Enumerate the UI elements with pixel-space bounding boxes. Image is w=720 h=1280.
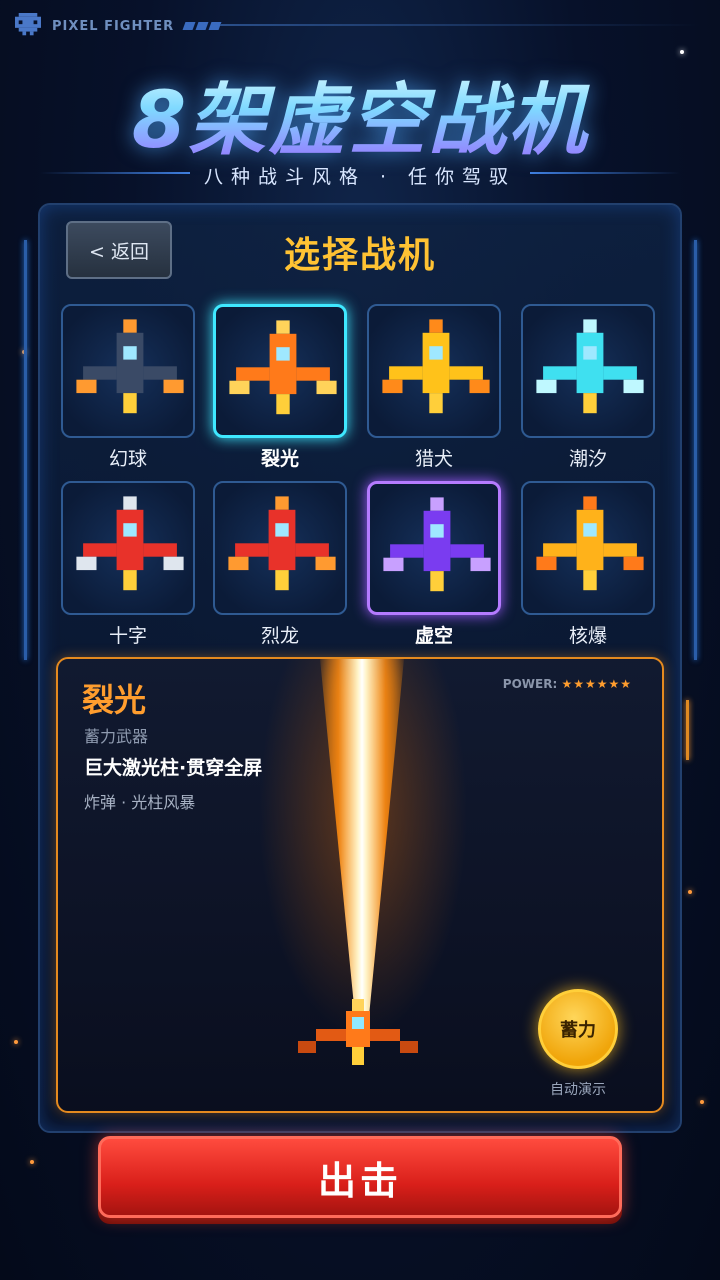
pixel-ship-icon: [76, 496, 184, 591]
pixel-ship-icon: [228, 496, 336, 591]
ship-name-label: 烈龙: [260, 625, 299, 647]
ship-option[interactable]: 十字: [61, 481, 195, 648]
pixel-ship-icon: [536, 319, 644, 414]
charge-button[interactable]: 蓄力: [538, 989, 618, 1069]
ship-option[interactable]: 核爆: [521, 481, 655, 648]
power-stars: ★★★★★★: [561, 677, 632, 691]
ship-sprite-frame: [367, 304, 501, 438]
power-label: POWER:: [502, 677, 558, 691]
pixel-ship-icon: [536, 496, 644, 591]
main-title: 8架虚空战机: [0, 58, 720, 170]
ship-detail-panel: 裂光 蓄力武器 巨大激光柱·贯穿全屏 炸弹 · 光柱风暴 POWER: ★★★★…: [56, 657, 664, 1113]
detail-skill: 炸弹 · 光柱风暴: [84, 793, 196, 812]
power-rating: POWER: ★★★★★★: [503, 677, 632, 691]
brand-bars-decoration: [182, 22, 222, 30]
ship-option[interactable]: 幻球: [61, 304, 195, 471]
pixel-skull-icon: [14, 13, 42, 39]
ship-name-label: 潮汐: [568, 448, 607, 470]
ship-sprite-frame: [61, 304, 195, 438]
pixel-ship-icon: [383, 497, 491, 592]
auto-demo-label: 自动演示: [550, 1082, 606, 1098]
ship-option[interactable]: 潮汐: [521, 304, 655, 471]
ship-name-label: 虚空: [414, 625, 453, 647]
ship-sprite-frame: [213, 304, 347, 438]
ship-sprite-frame: [61, 481, 195, 615]
top-brand-bar: PIXEL FIGHTER: [14, 12, 222, 40]
right-edge-decoration: [694, 240, 697, 660]
ship-option[interactable]: 烈龙: [213, 481, 347, 648]
launch-button[interactable]: 出击: [98, 1136, 622, 1218]
ship-sprite-frame: [521, 304, 655, 438]
ship-name-label: 核爆: [568, 625, 607, 647]
pixel-ship-icon: [229, 320, 337, 415]
ship-sprite-frame: [521, 481, 655, 615]
pixel-ship-icon: [382, 319, 490, 414]
detail-description: 巨大激光柱·贯穿全屏: [84, 757, 263, 779]
left-edge-decoration: [24, 240, 27, 660]
page-title: 选择战机: [283, 235, 436, 276]
preview-ship-sprite: [298, 999, 418, 1075]
ship-sprite-frame: [367, 481, 501, 615]
ship-sprite-frame: [213, 481, 347, 615]
ship-name-label: 十字: [108, 625, 147, 647]
ship-option[interactable]: 猎犬: [367, 304, 501, 471]
ship-option[interactable]: 裂光: [213, 304, 347, 471]
ship-name-label: 裂光: [260, 448, 299, 470]
ship-name-label: 幻球: [108, 448, 147, 470]
right-orange-decoration: [686, 700, 689, 760]
brand-label: PIXEL FIGHTER: [52, 18, 175, 34]
ship-option[interactable]: 虚空: [367, 481, 501, 648]
detail-weapon-type: 蓄力武器: [84, 727, 149, 746]
detail-ship-name: 裂光: [82, 681, 147, 719]
pixel-ship-icon: [76, 319, 184, 414]
subtitle: 八种战斗风格 · 任你驾驭: [203, 166, 517, 188]
ship-name-label: 猎犬: [414, 448, 453, 470]
header-divider: [220, 24, 700, 26]
